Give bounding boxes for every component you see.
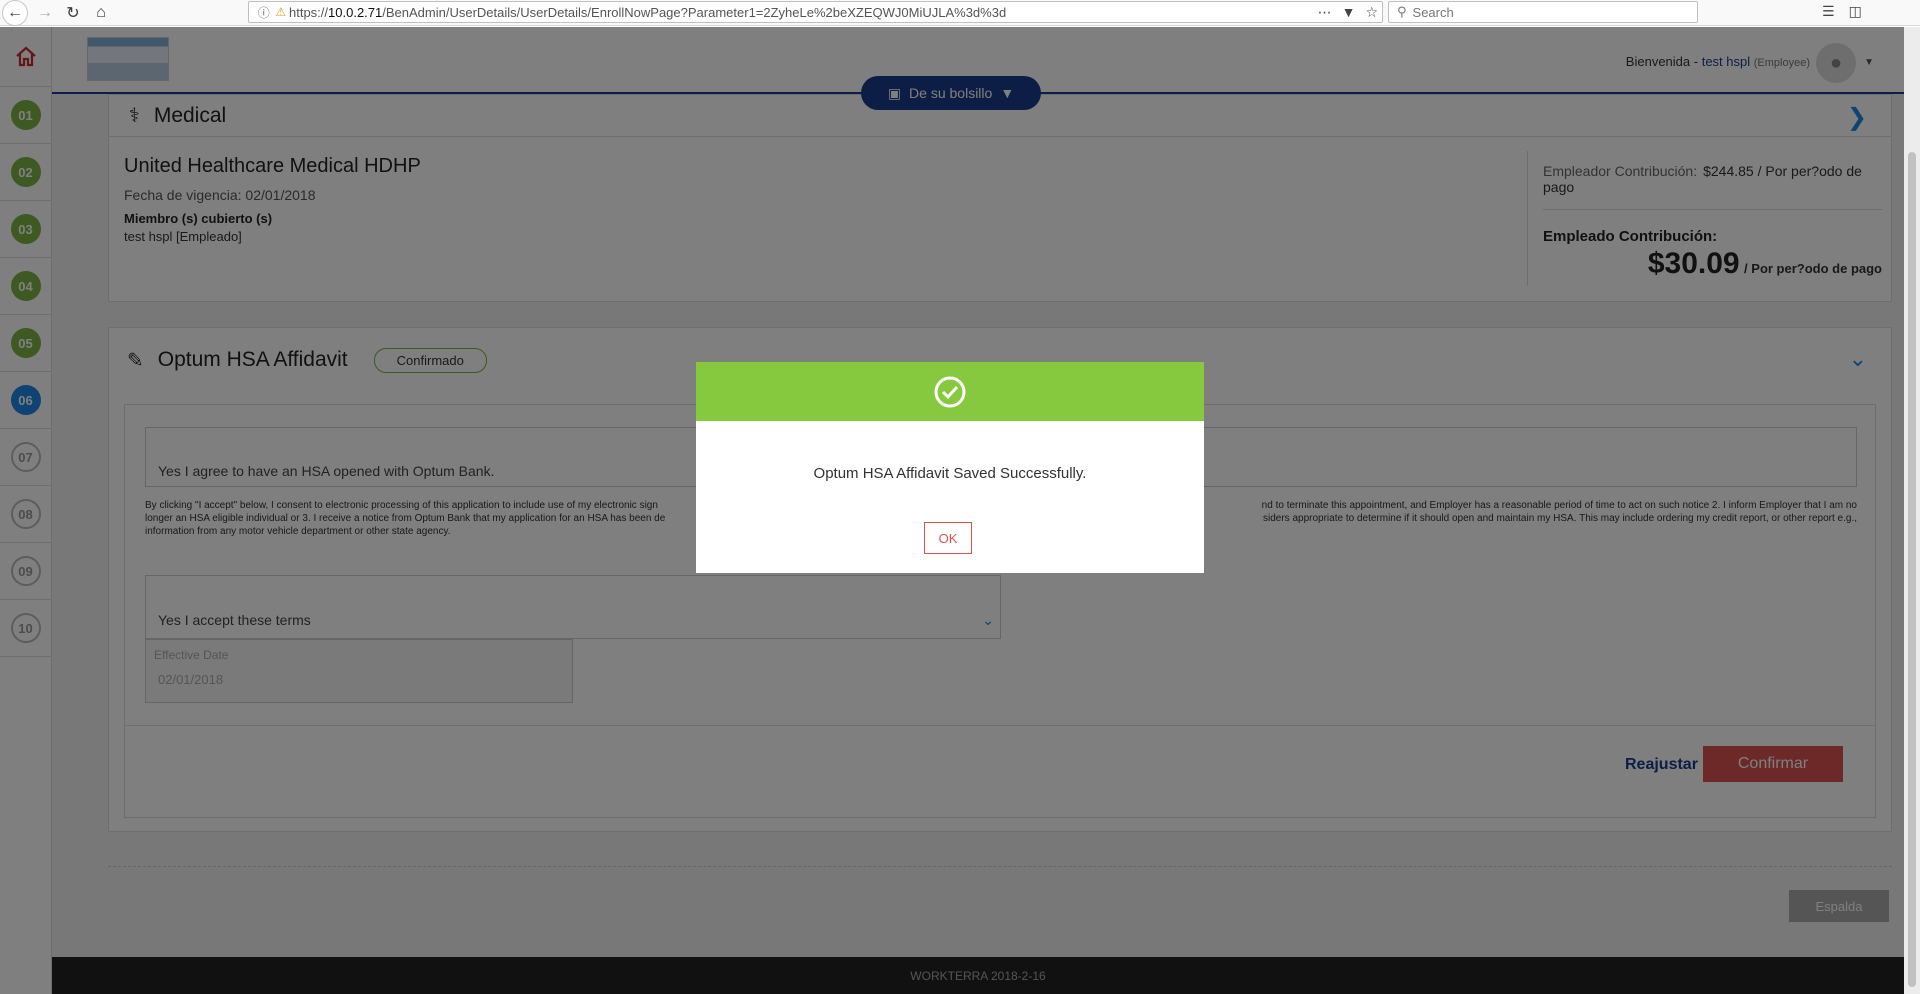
pocket-save-icon[interactable]: ▼ bbox=[1342, 4, 1356, 20]
url-bar[interactable]: ⓘ ⚠ https://10.0.2.71/BenAdmin/UserDetai… bbox=[248, 1, 1383, 23]
ok-button[interactable]: OK bbox=[924, 522, 972, 554]
search-input[interactable]: ⚲ Search bbox=[1388, 1, 1698, 23]
browser-toolbar: ← → ↻ ⌂ ⓘ ⚠ https://10.0.2.71/BenAdmin/U… bbox=[0, 0, 1920, 26]
scrollbar-thumb[interactable] bbox=[1908, 152, 1916, 987]
dialog-message: Optum HSA Affidavit Saved Successfully. bbox=[813, 465, 1087, 482]
sidebar-toggle-icon[interactable]: ◫ bbox=[1849, 3, 1862, 20]
forward-arrow-icon[interactable]: → bbox=[34, 2, 56, 24]
success-dialog: Optum HSA Affidavit Saved Successfully. … bbox=[696, 362, 1204, 573]
more-actions-icon[interactable]: ⋯ bbox=[1318, 4, 1332, 21]
back-arrow-icon[interactable]: ← bbox=[2, 0, 28, 26]
library-icon[interactable]: ☰ bbox=[1822, 3, 1835, 20]
search-icon: ⚲ bbox=[1397, 4, 1407, 19]
scrollbar[interactable] bbox=[1904, 27, 1920, 994]
url-text: https://10.0.2.71/BenAdmin/UserDetails/U… bbox=[289, 4, 1007, 20]
info-icon[interactable]: ⓘ bbox=[258, 4, 270, 21]
bookmark-star-icon[interactable]: ☆ bbox=[1365, 4, 1378, 21]
check-circle-icon bbox=[934, 376, 966, 407]
dialog-header bbox=[696, 362, 1204, 421]
reload-icon[interactable]: ↻ bbox=[62, 2, 84, 24]
lock-warning-icon[interactable]: ⚠ bbox=[275, 5, 286, 19]
home-icon[interactable]: ⌂ bbox=[90, 2, 112, 24]
